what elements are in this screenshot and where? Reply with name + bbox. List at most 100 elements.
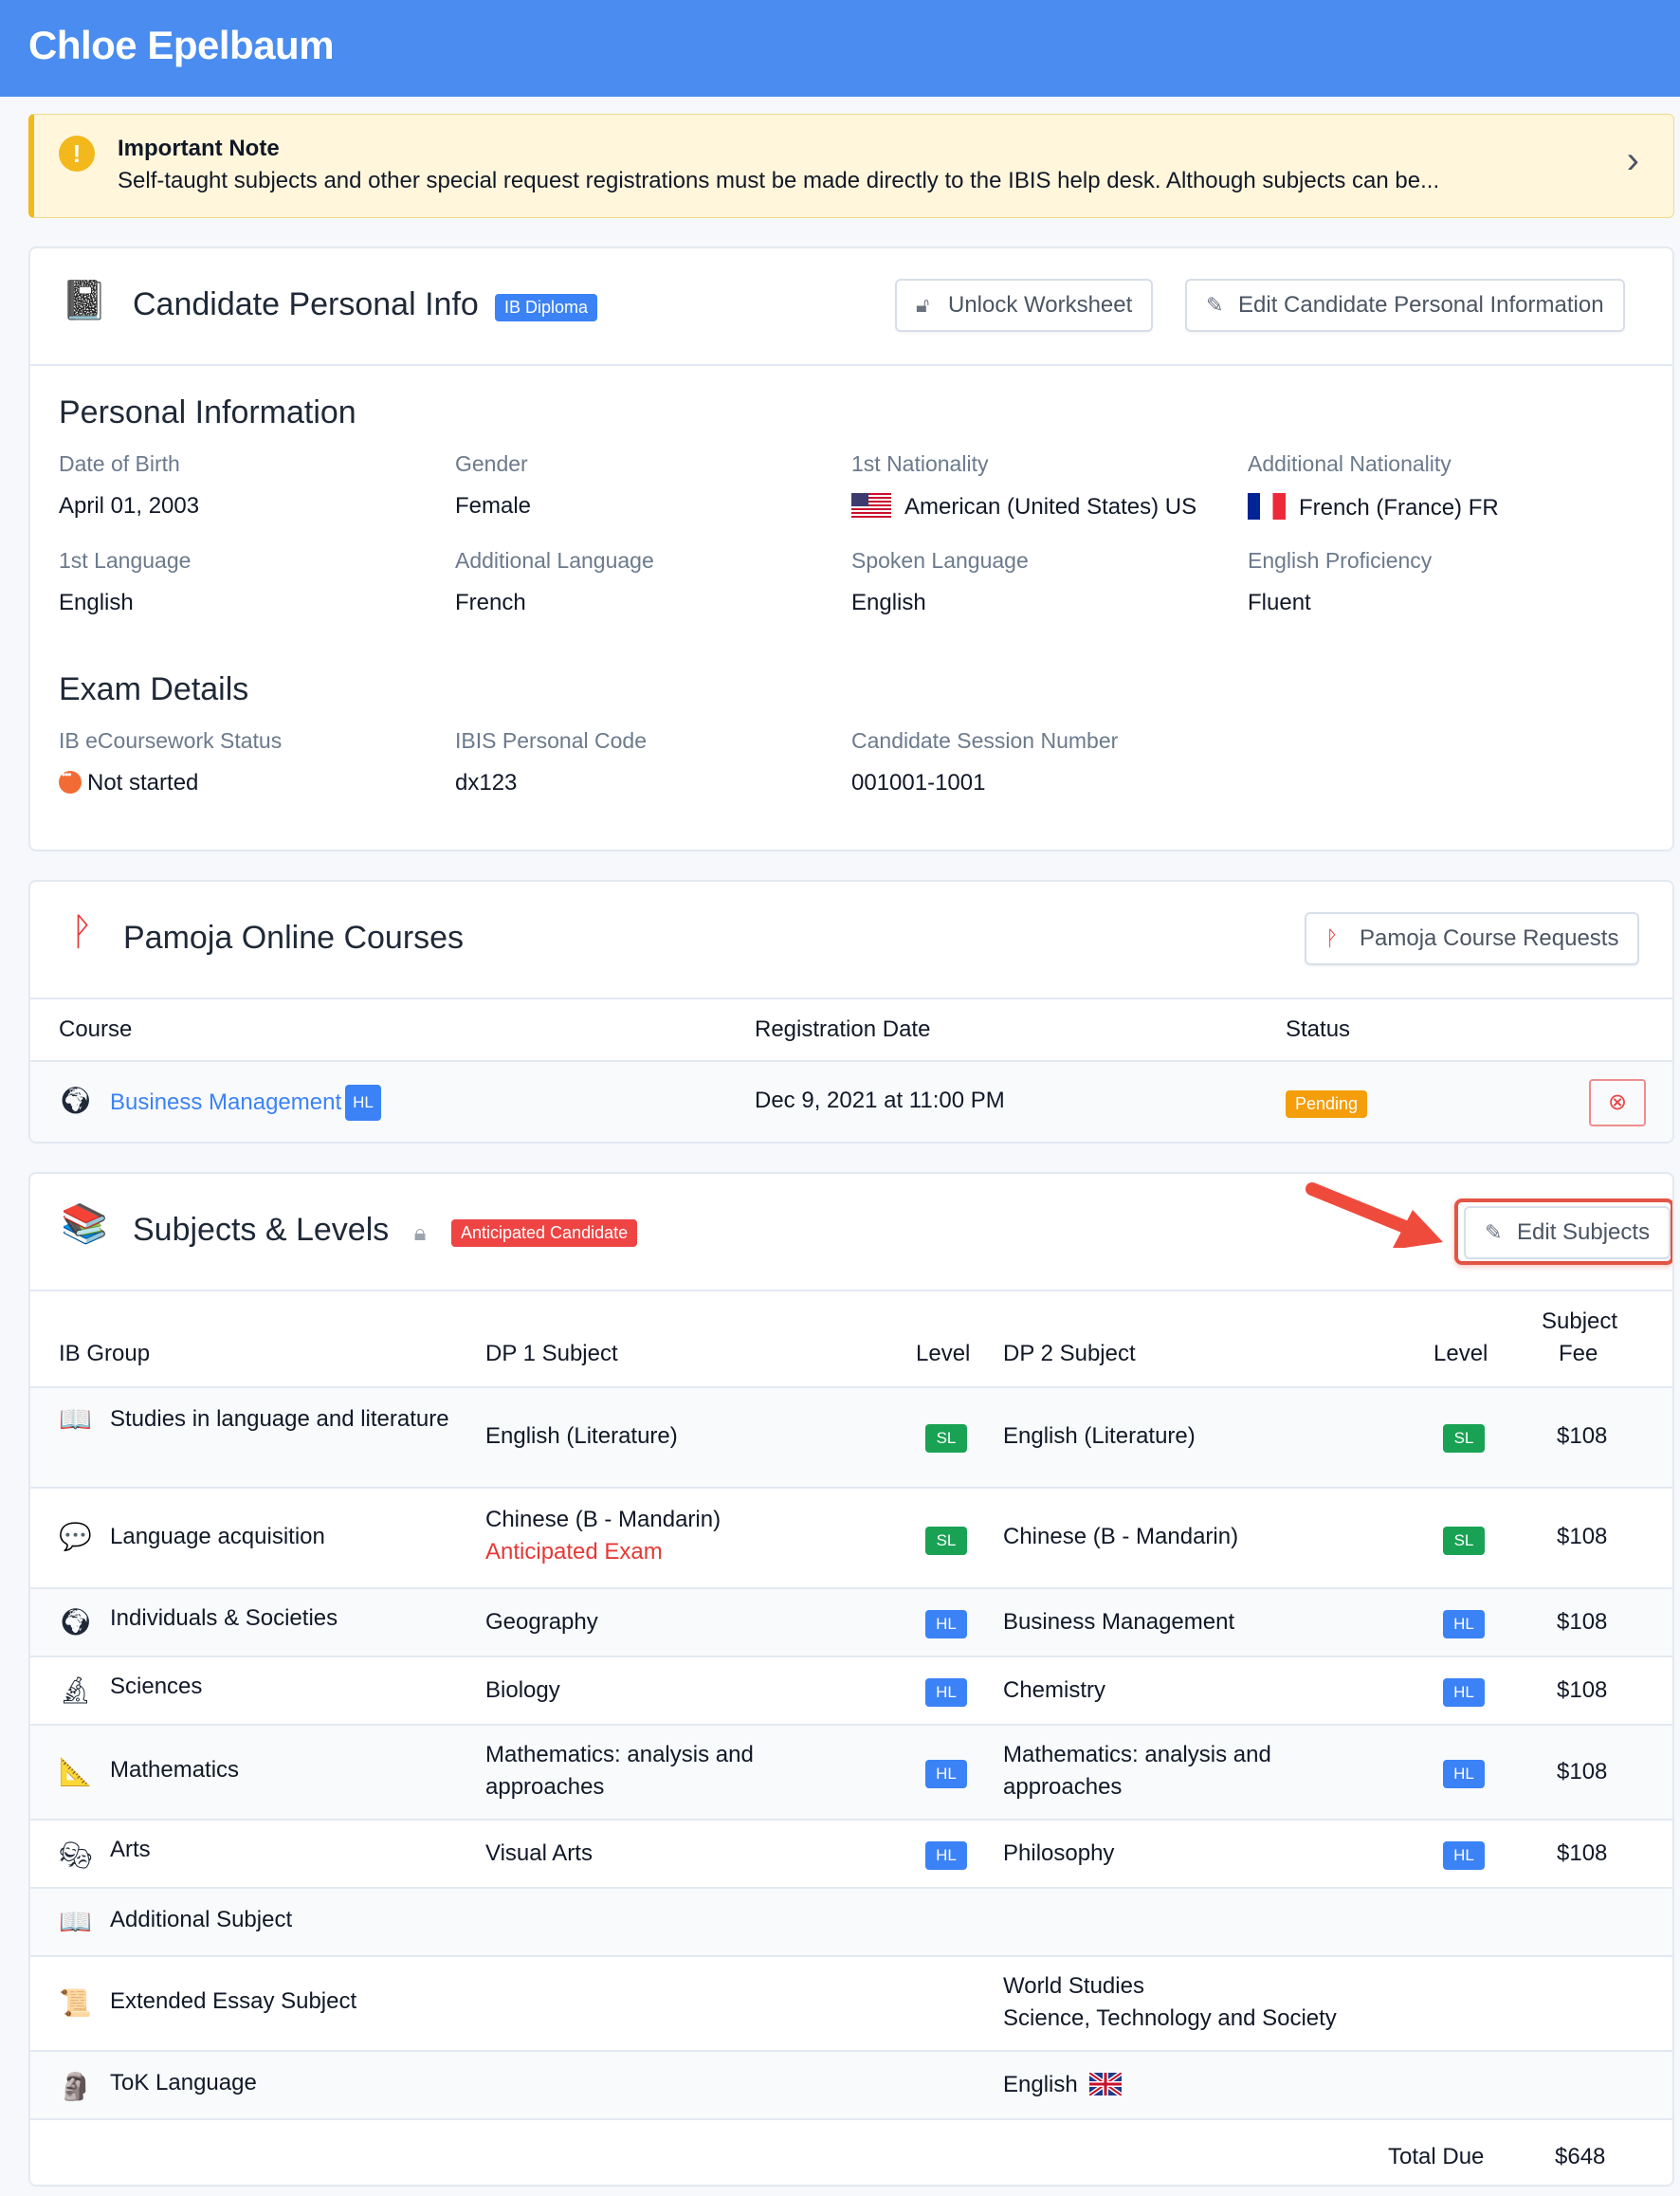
column-header-subject-fee-line1: Subject (1542, 1308, 1618, 1334)
dp1-subject-cell: Chinese (B - Mandarin) Anticipated Exam (485, 1504, 721, 1568)
level-badge: SL (925, 1424, 967, 1453)
ecoursework-label: IB eCoursework Status (59, 728, 283, 753)
ib-group-cell: Language acquisition (110, 1524, 325, 1549)
fee-cell: $108 (1557, 1524, 1608, 1549)
anticipated-candidate-badge: Anticipated Candidate (451, 1219, 638, 1247)
additional-nationality-value: French (France) FR (1248, 493, 1499, 522)
table-row: 🌍︎ Individuals & Societies Geography HL … (30, 1589, 1672, 1656)
important-note-banner[interactable]: ! Important Note Self-taught subjects an… (28, 114, 1674, 218)
registration-date-cell: Dec 9, 2021 at 11:00 PM (755, 1088, 1005, 1113)
level-badge: SL (1443, 1527, 1485, 1555)
card-title: Pamoja Online Courses (123, 920, 465, 956)
first-language-label: 1st Language (59, 548, 192, 573)
lock-icon: 🔒︎ (413, 1220, 427, 1246)
table-row: 🔬︎ Sciences Biology HL Chemistry HL $108 (30, 1657, 1672, 1724)
card-header: 📓 Candidate Personal Info IB Diploma 🔓︎ U… (30, 248, 1672, 366)
divider (30, 2118, 1672, 2120)
table-row: 📖 Additional Subject (30, 1889, 1672, 1955)
personal-info-heading: Personal Information (59, 394, 356, 430)
dp1-subject-cell: Biology (485, 1677, 560, 1703)
top-bar: Chloe Epelbaum (0, 0, 1680, 97)
pamoja-logo-icon: ᚹ (70, 911, 93, 953)
warning-icon: ! (59, 136, 95, 172)
pointer-arrow-icon (1301, 1181, 1462, 1250)
column-header-level-1: Level (916, 1341, 971, 1366)
status-badge: Pending (1286, 1090, 1368, 1118)
theater-masks-icon: 🎭︎ (59, 1840, 93, 1870)
table-row: 📖 Studies in language and literature Eng… (30, 1388, 1672, 1487)
dp1-subject-cell: Visual Arts (485, 1840, 593, 1866)
dp1-subject-cell: Geography (485, 1609, 598, 1635)
spoken-language-label: Spoken Language (851, 548, 1029, 573)
table-row: 📐 Mathematics Mathematics: analysis and … (30, 1726, 1672, 1819)
books-icon: 📚 (61, 1203, 108, 1245)
ib-group-cell: Studies in language and literature (110, 1406, 449, 1432)
dob-label: Date of Birth (59, 451, 180, 476)
unlock-worksheet-button[interactable]: 🔓︎ Unlock Worksheet (895, 279, 1154, 332)
ib-group-cell: Individuals & Societies (110, 1605, 338, 1631)
france-flag-icon (1248, 493, 1286, 520)
exam-details-heading: Exam Details (59, 671, 249, 707)
level-badge: HL (925, 1610, 967, 1638)
first-language-value: English (59, 590, 134, 615)
pencil-icon: ✎ (1485, 1220, 1503, 1244)
ib-group-cell: Arts (110, 1837, 151, 1862)
dp1-subject-cell: Mathematics: analysis and approaches (485, 1742, 754, 1800)
column-header-dp1-subject: DP 1 Subject (485, 1341, 618, 1366)
notebook-icon: 📓 (61, 280, 108, 321)
thinker-icon: 🗿 (59, 2072, 92, 2101)
pamoja-logo-icon: ᚹ (1325, 926, 1339, 950)
pamoja-course-requests-button[interactable]: ᚹ Pamoja Course Requests (1305, 912, 1640, 965)
column-header-registration-date: Registration Date (755, 1016, 931, 1042)
column-header-level-2: Level (1433, 1341, 1488, 1366)
level-badge: SL (1443, 1424, 1485, 1453)
additional-nationality-label: Additional Nationality (1248, 451, 1452, 476)
dp2-subject-cell: Mathematics: analysis and approaches (1003, 1742, 1271, 1800)
level-badge: HL (1443, 1610, 1485, 1638)
ib-group-cell: Sciences (110, 1674, 203, 1699)
ib-group-cell: ToK Language (110, 2070, 257, 2095)
level-badge: HL (345, 1085, 381, 1121)
speech-bubble-icon: 💬 (59, 1522, 92, 1551)
level-badge: HL (1443, 1678, 1485, 1707)
table-row: 🗿 ToK Language English (30, 2052, 1672, 2118)
level-badge: HL (1443, 1760, 1485, 1788)
dob-value: April 01, 2003 (59, 493, 200, 519)
scroll-icon: 📜 (59, 1988, 92, 2018)
table-row: 💬 Language acquisition Chinese (B - Mand… (30, 1489, 1672, 1587)
column-header-dp2-subject: DP 2 Subject (1003, 1341, 1136, 1366)
book-icon: 📖 (59, 1907, 92, 1936)
dp2-subject-cell: English (Literature) (1003, 1423, 1196, 1449)
card-title: Subjects & Levels (133, 1212, 390, 1248)
ib-group-cell: Mathematics (110, 1757, 240, 1783)
close-circle-icon: ⊗ (1607, 1089, 1628, 1115)
note-text: Self-taught subjects and other special r… (118, 168, 1440, 193)
session-number-label: Candidate Session Number (851, 728, 1119, 753)
column-header-course: Course (59, 1016, 133, 1042)
edit-personal-info-button[interactable]: ✎ Edit Candidate Personal Information (1185, 279, 1625, 332)
level-badge: SL (925, 1527, 967, 1555)
lock-icon: 🔓︎ (916, 293, 930, 317)
gender-value: Female (455, 493, 532, 519)
table-row: 📜 Extended Essay Subject World Studies S… (30, 1957, 1672, 2050)
uk-flag-icon (1089, 2073, 1123, 2095)
course-link[interactable]: Business Management (110, 1089, 341, 1115)
ib-group-cell: Extended Essay Subject (110, 1988, 357, 2014)
dp2-subject-cell: World Studies Science, Technology and So… (1003, 1973, 1337, 2031)
nationality-label: 1st Nationality (851, 451, 989, 476)
table-row: 🎭︎ Arts Visual Arts HL Philosophy HL $10… (30, 1821, 1672, 1887)
session-number-value: 001001-1001 (851, 770, 986, 796)
card-title: Candidate Personal Info (133, 286, 479, 322)
dp2-subject-cell: Business Management (1003, 1609, 1235, 1635)
cancel-course-button[interactable]: ⊗ (1589, 1079, 1646, 1126)
additional-language-label: Additional Language (455, 548, 654, 573)
level-badge: HL (1443, 1841, 1485, 1870)
dp2-subject-cell: English (1003, 2069, 1123, 2101)
english-proficiency-label: English Proficiency (1248, 548, 1433, 573)
candidate-name: Chloe Epelbaum (28, 23, 335, 67)
column-header-subject-fee-line2: Fee (1559, 1341, 1598, 1366)
fee-cell: $108 (1557, 1423, 1608, 1449)
column-header-status: Status (1286, 1016, 1351, 1042)
chevron-right-icon[interactable]: › (1627, 141, 1639, 179)
edit-subjects-button[interactable]: ✎ Edit Subjects (1464, 1206, 1671, 1259)
